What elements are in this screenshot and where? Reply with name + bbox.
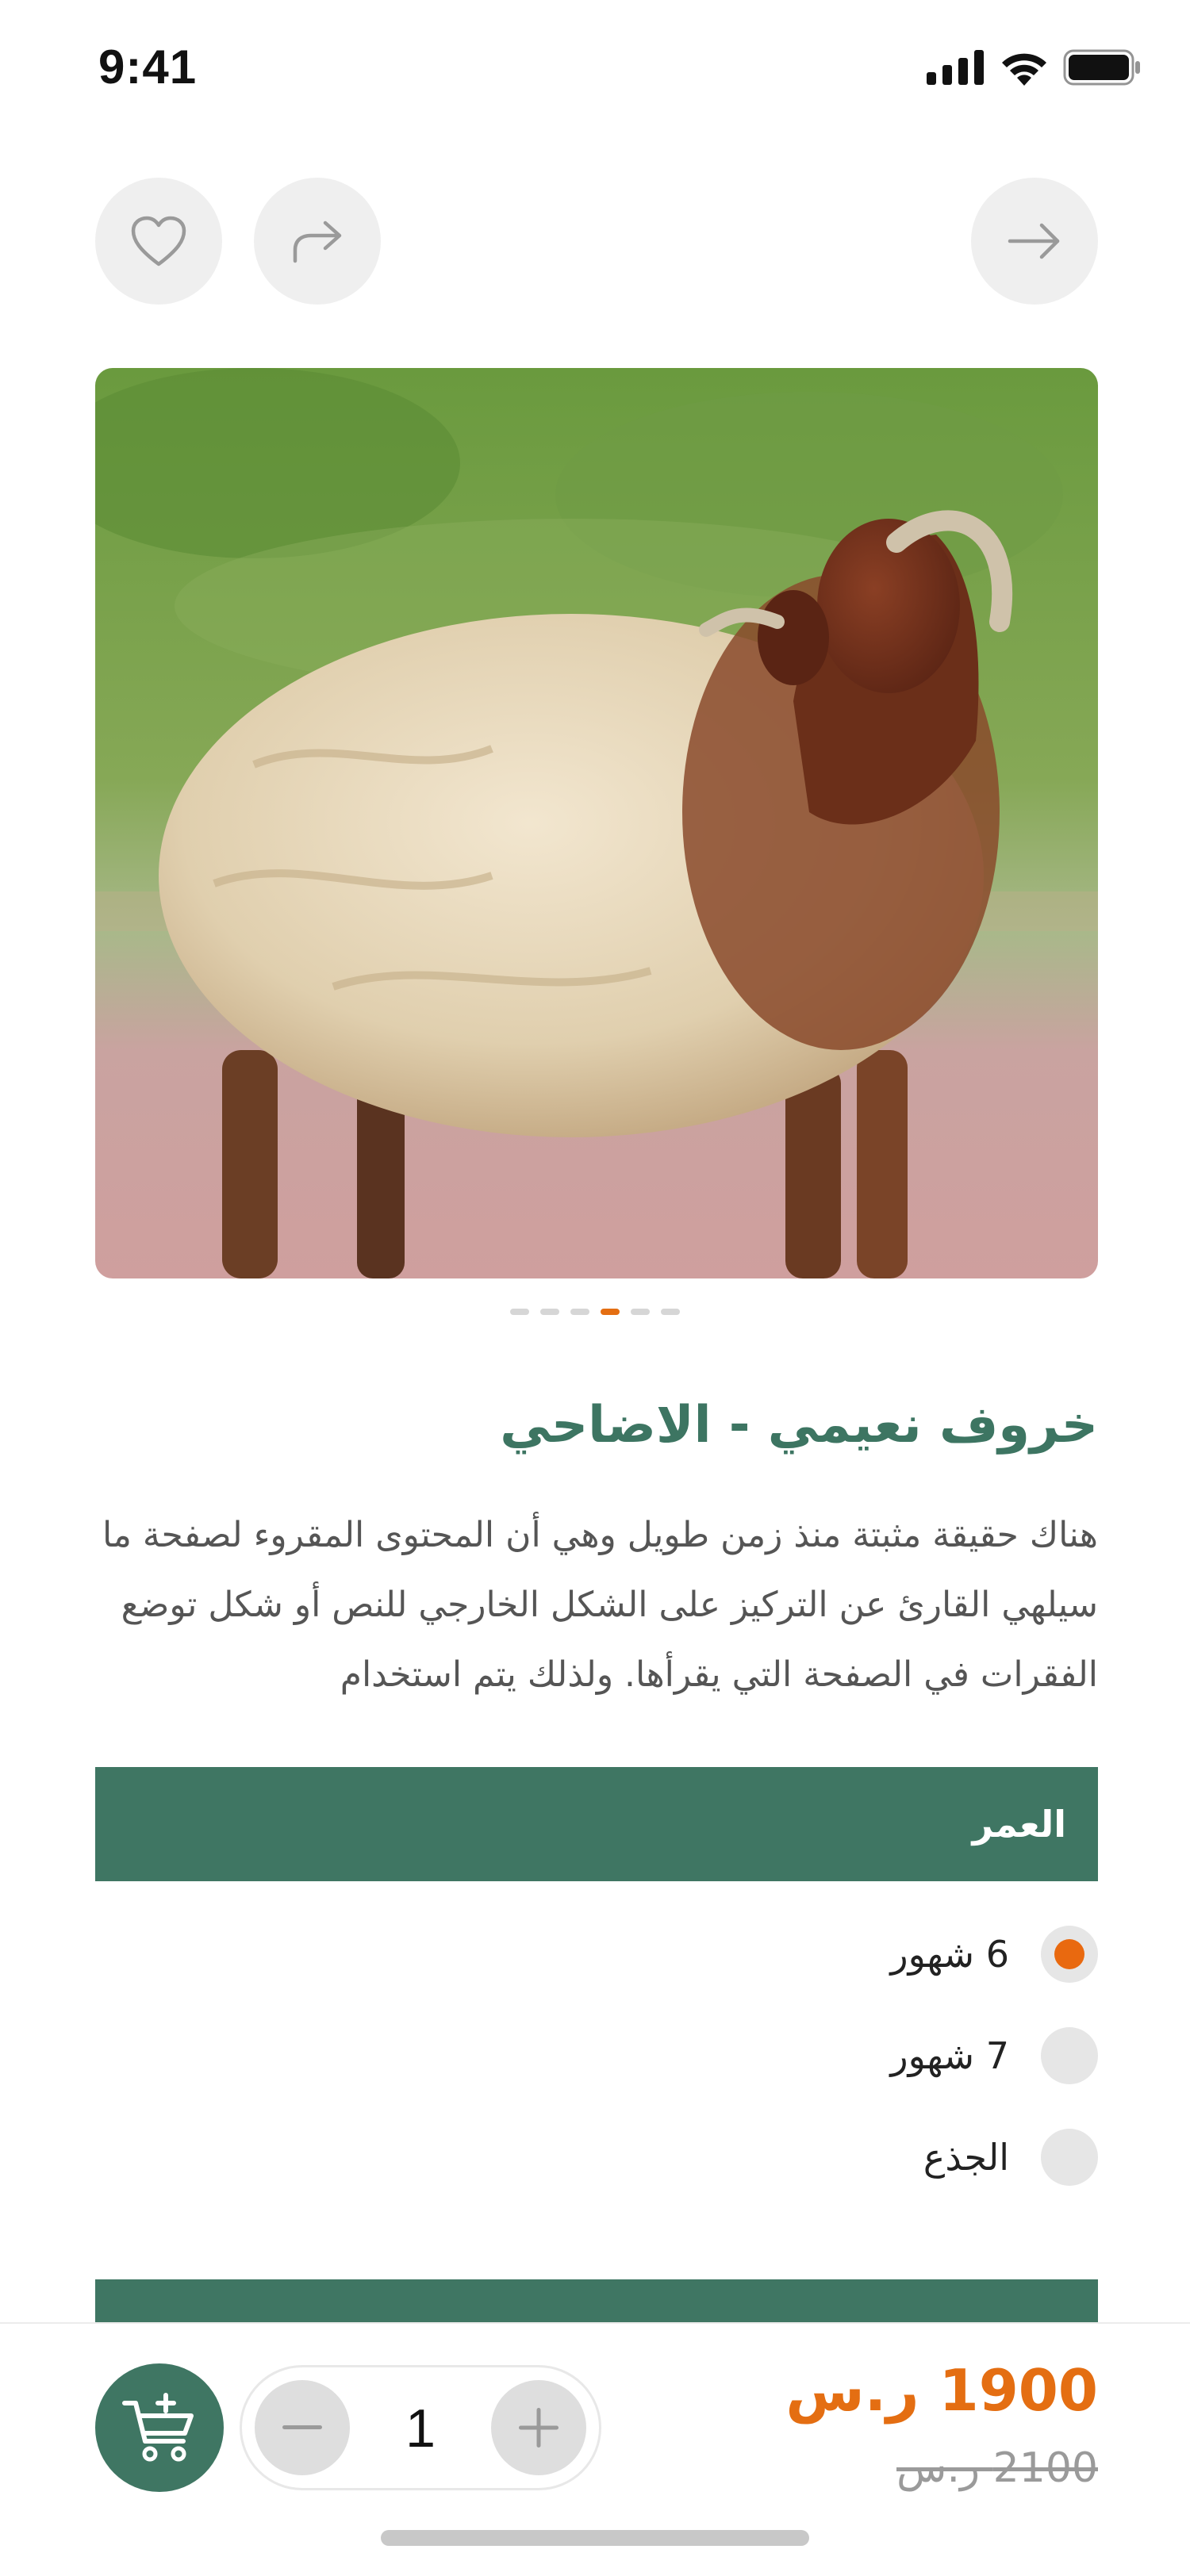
pager-dot-active[interactable]: [601, 1309, 620, 1315]
status-time: 9:41: [98, 40, 198, 94]
radio-dot: [1054, 1939, 1084, 1969]
share-icon: [293, 220, 342, 263]
favorite-button[interactable]: [95, 178, 222, 305]
age-option-label: 7 شهور: [890, 2034, 1009, 2077]
battery-icon: [1063, 49, 1140, 86]
add-to-cart-icon: [122, 2393, 194, 2462]
age-option-label: الجذع: [923, 2136, 1009, 2179]
heart-icon: [131, 216, 186, 266]
current-price: 1900 ر.س: [785, 2357, 1098, 2424]
quantity-stepper: 1: [240, 2365, 601, 2490]
age-option-label: 6 شهور: [890, 1933, 1009, 1976]
back-button[interactable]: [971, 178, 1098, 305]
radio-unselected[interactable]: [1041, 2027, 1098, 2084]
old-price: 2100 ر.س: [896, 2444, 1098, 2492]
radio-unselected[interactable]: [1041, 2129, 1098, 2186]
age-section-header: العمر: [95, 1767, 1098, 1881]
pager-dot[interactable]: [510, 1309, 529, 1315]
home-indicator: [381, 2530, 809, 2546]
image-pager: [0, 1309, 1190, 1315]
pager-dot[interactable]: [540, 1309, 559, 1315]
product-title: خروف نعيمي - الاضاحي: [500, 1396, 1098, 1455]
increase-quantity-button[interactable]: [491, 2380, 586, 2475]
age-section-title: العمر: [972, 1803, 1066, 1846]
age-option-jadha[interactable]: الجذع: [923, 2122, 1098, 2192]
plus-icon: [519, 2408, 559, 2448]
add-to-cart-button[interactable]: [95, 2363, 224, 2492]
sheep-photo: [95, 368, 1098, 1278]
age-option-6-months[interactable]: 6 شهور: [890, 1919, 1098, 1989]
radio-selected[interactable]: [1041, 1926, 1098, 1983]
pager-dot[interactable]: [661, 1309, 680, 1315]
wifi-icon: [1002, 53, 1046, 86]
product-description: هناك حقيقة مثبتة منذ زمن طويل وهي أن الم…: [102, 1515, 1098, 1695]
next-section-header: [95, 2279, 1098, 2327]
arrow-right-icon: [1008, 223, 1060, 259]
product-image[interactable]: [95, 368, 1098, 1278]
status-bar: 9:41: [0, 0, 1190, 140]
pager-dot[interactable]: [570, 1309, 589, 1315]
status-icons: [927, 49, 1142, 86]
signal-icon: [927, 50, 984, 85]
share-button[interactable]: [254, 178, 381, 305]
age-option-7-months[interactable]: 7 شهور: [890, 2021, 1098, 2091]
pager-dot[interactable]: [631, 1309, 650, 1315]
